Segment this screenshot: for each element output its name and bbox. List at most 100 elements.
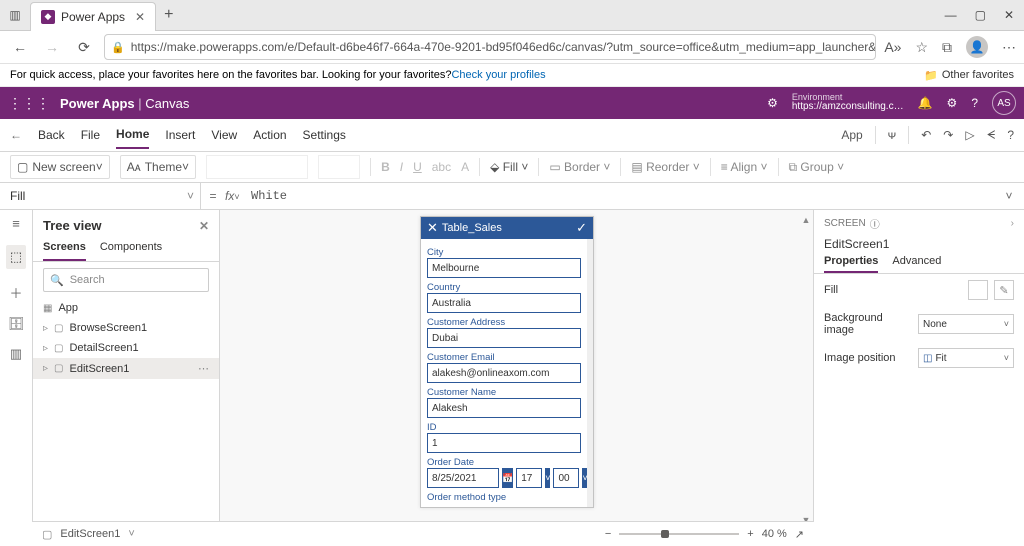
- tree-item-app[interactable]: ▦ App: [33, 298, 219, 318]
- canvas[interactable]: ✕ Table_Sales ✓ City Melbourne Country A…: [220, 210, 813, 546]
- tree-search[interactable]: 🔍 Search: [43, 268, 209, 292]
- read-aloud-icon[interactable]: A»: [884, 39, 901, 55]
- zoom-out-icon[interactable]: −: [605, 528, 611, 540]
- tree-item-browsescreen[interactable]: ▹ ▢ BrowseScreen1: [33, 318, 219, 338]
- form-card[interactable]: ✕ Table_Sales ✓ City Melbourne Country A…: [420, 216, 594, 508]
- tab-components[interactable]: Components: [100, 241, 162, 261]
- form-accept-icon[interactable]: ✓: [576, 220, 587, 236]
- info-icon[interactable]: ⓘ: [870, 216, 880, 231]
- font-size-select[interactable]: [318, 155, 360, 179]
- canvas-scrollbar[interactable]: ▲ ▼: [801, 214, 811, 526]
- align-button[interactable]: ≡ Align ˅: [721, 160, 768, 174]
- imgpos-select[interactable]: ◫Fit˅: [918, 348, 1014, 368]
- cmd-view[interactable]: View: [211, 128, 237, 142]
- favorites-icon[interactable]: ☆: [915, 39, 928, 56]
- field-value[interactable]: Alakesh: [427, 398, 581, 418]
- window-minimize-icon[interactable]: ―: [945, 8, 957, 22]
- chevron-right-icon[interactable]: ›: [1011, 218, 1014, 229]
- environment[interactable]: Environment https://amzconsulting.c…: [792, 93, 904, 113]
- cmd-settings[interactable]: Settings: [303, 128, 346, 142]
- new-screen-button[interactable]: ▢ New screen ˅: [10, 155, 110, 179]
- browser-tab[interactable]: ◆ Power Apps ✕: [30, 2, 156, 31]
- bgimage-select[interactable]: None˅: [918, 314, 1014, 334]
- font-family-select[interactable]: [206, 155, 308, 179]
- notifications-icon[interactable]: 🔔: [918, 96, 933, 110]
- underline-icon[interactable]: U: [413, 160, 422, 174]
- tree-item-detailscreen[interactable]: ▹ ▢ DetailScreen1: [33, 338, 219, 358]
- field-value[interactable]: Melbourne: [427, 258, 581, 278]
- group-button[interactable]: ⧉ Group ˅: [789, 160, 845, 175]
- window-restore-icon[interactable]: ▢: [975, 8, 986, 22]
- tab-actions-icon[interactable]: ▥: [0, 8, 30, 22]
- rail-insert-icon[interactable]: ＋: [9, 283, 22, 302]
- fx-value[interactable]: White: [251, 189, 994, 203]
- fx-icon[interactable]: fx˅: [225, 189, 251, 203]
- cmd-file[interactable]: File: [81, 128, 100, 142]
- cmd-app[interactable]: App: [841, 128, 862, 142]
- zoom-slider[interactable]: [619, 533, 739, 535]
- url-box[interactable]: 🔒 https://make.powerapps.com/e/Default-d…: [104, 34, 876, 60]
- orderdate-hour[interactable]: 17: [516, 468, 542, 488]
- orderdate-date[interactable]: 8/25/2021: [427, 468, 499, 488]
- font-color-icon[interactable]: A: [461, 160, 469, 174]
- reorder-button[interactable]: ▤ Reorder ˅: [631, 160, 699, 174]
- rail-data-icon[interactable]: 🗄: [8, 316, 25, 332]
- rail-hamburger-icon[interactable]: ≡: [12, 216, 20, 231]
- chevron-down-icon[interactable]: ˅: [128, 528, 134, 540]
- nav-refresh-icon[interactable]: ⟳: [72, 39, 96, 56]
- field-value[interactable]: Dubai: [427, 328, 581, 348]
- fx-expand-icon[interactable]: ˅: [994, 189, 1024, 203]
- cmd-insert[interactable]: Insert: [165, 128, 195, 142]
- rail-media-icon[interactable]: ▥: [10, 346, 22, 362]
- chevron-right-icon[interactable]: ▹: [43, 323, 48, 334]
- zoom-in-icon[interactable]: +: [747, 528, 753, 540]
- chevron-down-icon[interactable]: ˅: [545, 468, 550, 488]
- browser-menu-icon[interactable]: ⋯: [1002, 39, 1016, 56]
- rail-tree-icon[interactable]: ⬚: [6, 245, 26, 269]
- bold-icon[interactable]: B: [381, 160, 390, 174]
- fill-edit-icon[interactable]: ✎: [994, 280, 1014, 300]
- settings-icon[interactable]: ⚙: [947, 96, 958, 110]
- help-icon[interactable]: ?: [971, 96, 978, 110]
- form-cancel-icon[interactable]: ✕: [427, 220, 438, 236]
- chevron-down-icon[interactable]: ˅: [582, 468, 587, 488]
- italic-icon[interactable]: I: [400, 160, 403, 174]
- other-favorites[interactable]: 📁 Other favorites: [924, 69, 1014, 82]
- fill-button[interactable]: ⬙ Fill ˅: [490, 160, 528, 174]
- favbar-link[interactable]: Check your profiles: [451, 69, 545, 81]
- cmd-back[interactable]: Back: [38, 128, 65, 142]
- new-tab-button[interactable]: +: [164, 6, 173, 24]
- profile-avatar[interactable]: 👤: [966, 36, 988, 58]
- undo-icon[interactable]: ↶: [921, 128, 931, 142]
- cmd-home[interactable]: Home: [116, 127, 149, 149]
- field-value[interactable]: alakesh@onlineaxom.com: [427, 363, 581, 383]
- calendar-icon[interactable]: 📅: [502, 468, 513, 488]
- back-icon[interactable]: ←: [10, 128, 22, 142]
- environment-icon[interactable]: ⚙: [767, 96, 778, 110]
- orderdate-min[interactable]: 00: [553, 468, 579, 488]
- chevron-right-icon[interactable]: ▹: [43, 363, 48, 374]
- theme-button[interactable]: Aᴀ Theme ˅: [120, 155, 196, 179]
- tab-advanced[interactable]: Advanced: [892, 255, 941, 273]
- border-button[interactable]: ▭ Border ˅: [549, 160, 610, 174]
- fill-swatch[interactable]: [968, 280, 988, 300]
- field-value[interactable]: 1: [427, 433, 581, 453]
- cmd-help-icon[interactable]: ?: [1007, 128, 1014, 142]
- share-icon[interactable]: ᗕ: [987, 128, 996, 143]
- app-checker-icon[interactable]: ᴪ: [888, 128, 897, 142]
- collections-icon[interactable]: ⧉: [942, 39, 952, 56]
- tab-properties[interactable]: Properties: [824, 255, 878, 273]
- tab-screens[interactable]: Screens: [43, 241, 86, 261]
- chevron-right-icon[interactable]: ▹: [43, 343, 48, 354]
- cmd-action[interactable]: Action: [253, 128, 286, 142]
- fit-to-window-icon[interactable]: ↗: [795, 528, 804, 541]
- window-close-icon[interactable]: ✕: [1004, 8, 1014, 22]
- fx-property-select[interactable]: Fill˅: [0, 183, 201, 209]
- redo-icon[interactable]: ↷: [943, 128, 953, 142]
- app-name[interactable]: Power Apps: [60, 96, 135, 111]
- status-screen-name[interactable]: EditScreen1: [60, 528, 120, 540]
- user-initials[interactable]: AS: [992, 91, 1016, 115]
- strike-icon[interactable]: abc: [432, 160, 451, 174]
- close-tab-icon[interactable]: ✕: [135, 10, 145, 24]
- tree-item-editscreen[interactable]: ▹ ▢ EditScreen1 ⋯: [33, 358, 219, 379]
